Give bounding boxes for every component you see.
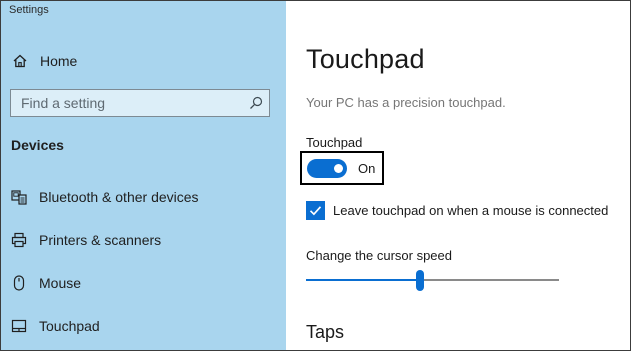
sidebar-item-printers[interactable]: Printers & scanners: [1, 223, 286, 257]
touchpad-toggle[interactable]: On: [300, 151, 384, 185]
search-input[interactable]: [11, 90, 241, 116]
checkbox-checked-icon[interactable]: [306, 201, 325, 220]
mouse-icon: [11, 275, 27, 291]
home-label: Home: [40, 53, 78, 69]
search-icon[interactable]: [249, 96, 263, 110]
sidebar-item-label: Mouse: [39, 275, 82, 291]
bluetooth-devices-icon: [11, 189, 27, 205]
taps-heading: Taps: [306, 322, 345, 342]
sidebar-item-bluetooth[interactable]: Bluetooth & other devices: [1, 180, 286, 214]
sidebar-item-mouse[interactable]: Mouse: [1, 266, 286, 300]
cursor-speed-slider[interactable]: [306, 269, 559, 293]
cursor-speed-label: Change the cursor speed: [306, 248, 452, 263]
home-icon: [12, 53, 28, 69]
settings-window: Settings Home Devices: [0, 0, 631, 351]
sidebar: Settings Home Devices: [1, 1, 286, 350]
leave-touchpad-on-checkbox[interactable]: Leave touchpad on when a mouse is connec…: [306, 199, 626, 221]
printer-icon: [11, 232, 27, 248]
touchpad-icon: [11, 318, 27, 334]
sidebar-item-touchpad[interactable]: Touchpad: [1, 309, 286, 343]
sidebar-item-label: Printers & scanners: [39, 232, 162, 248]
touchpad-toggle-label: Touchpad: [306, 135, 363, 150]
toggle-track: [307, 159, 347, 178]
home-nav-item[interactable]: Home: [1, 45, 286, 77]
main-content: Touchpad Your PC has a precision touchpa…: [286, 1, 630, 350]
toggle-knob: [334, 164, 343, 173]
sidebar-item-label: Bluetooth & other devices: [39, 189, 199, 205]
section-heading-devices: Devices: [11, 137, 64, 153]
page-title: Touchpad: [306, 44, 425, 74]
touchpad-description: Your PC has a precision touchpad.: [306, 95, 506, 110]
search-box: [10, 89, 270, 117]
checkbox-label: Leave touchpad on when a mouse is connec…: [333, 203, 609, 218]
app-title: Settings: [9, 4, 49, 16]
slider-fill: [306, 279, 420, 281]
slider-thumb[interactable]: [416, 270, 424, 291]
sidebar-item-label: Touchpad: [39, 318, 100, 334]
toggle-state-text: On: [358, 161, 376, 176]
